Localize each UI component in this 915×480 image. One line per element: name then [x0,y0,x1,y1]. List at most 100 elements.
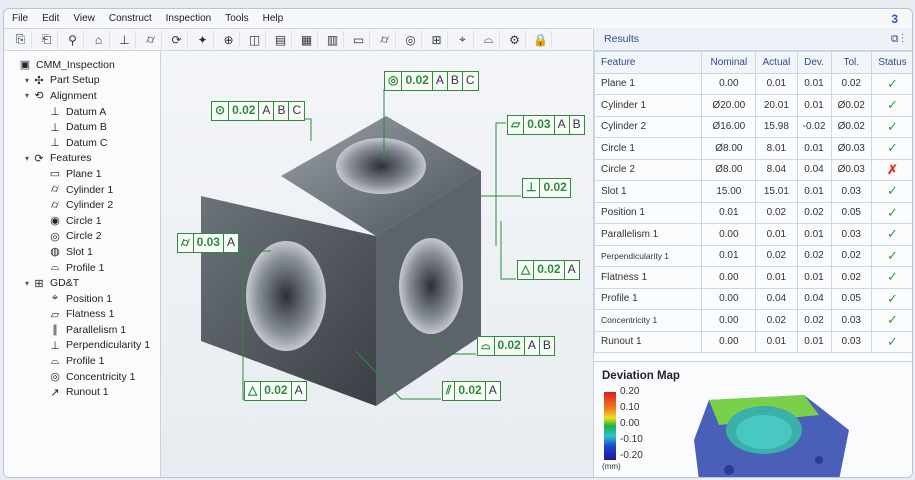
tree-item[interactable]: ◉ Circle 1 [4,213,160,229]
table-row[interactable]: Cylinder 1 Ø20.00 20.01 0.01 Ø0.02 ✓ [593,94,912,117]
expand-toggle-icon[interactable]: ▾ [22,279,32,288]
profile-icon[interactable]: ⌓ [478,30,500,49]
tree-item[interactable]: ⌭ Cylinder 2 [4,197,160,213]
tree-item[interactable]: ▱ Flatness 1 [4,307,160,323]
deviation-map-title: Deviation Map [602,370,680,382]
table-cell: 8.01 [755,137,798,160]
plane-icon[interactable]: ▭ [348,30,370,49]
table-row[interactable]: Circle 1 Ø8.00 8.01 0.01 Ø0.03 ✓ [593,137,912,160]
tree-item[interactable]: ⌖ Position 1 [4,291,160,307]
menu-tools[interactable]: Tools [225,13,248,24]
column-header[interactable]: Dev. [796,51,832,74]
view-icon[interactable]: ◫ [244,30,266,49]
tree-item[interactable]: ⌓ Profile 1 [4,260,160,276]
gdt-callout[interactable]: ⫽ 0.02 A [442,381,501,401]
part-icon[interactable]: ⌂ [88,30,110,49]
expand-toggle-icon[interactable]: ▾ [22,91,32,100]
table-cell: Circle 1 [593,137,703,160]
circle-icon[interactable]: ◎ [400,30,422,49]
gdt-datum: B [448,72,463,90]
tree-item[interactable]: ⌭ Cylinder 1 [4,182,160,198]
table-row[interactable]: Flatness 1 0.00 0.01 0.01 0.02 ✓ [593,266,912,289]
tree-item[interactable]: ⊥ Datum C [4,135,160,151]
table-row[interactable]: Concentricity 1 0.00 0.02 0.02 0.03 ✓ [593,309,912,332]
tree-item[interactable]: ∥ Parallelism 1 [4,322,160,338]
menu-help[interactable]: Help [263,13,284,24]
gdt-callout[interactable]: △ 0.02 A [517,260,580,280]
expand-toggle-icon[interactable]: ▾ [22,154,32,163]
construct-icon[interactable]: ⟳ [166,30,188,49]
gdt-symbol-icon: ⌓ [478,337,495,355]
gdt-callout[interactable]: ⊙ 0.02 A B C [211,101,306,121]
table-row[interactable]: Circle 2 Ø8.00 8.04 0.04 Ø0.03 ✗ [593,158,912,181]
gdt-callout[interactable]: ◎ 0.02 A B C [384,71,479,91]
gdt-callout[interactable]: △ 0.02 A [244,381,307,401]
tree-item[interactable]: ▣ CMM_Inspection [4,57,160,73]
tree-item-label: Circle 1 [66,214,102,227]
table-row[interactable]: Perpendicularity 1 0.01 0.02 0.02 0.02 ✓ [593,244,912,267]
gdt-callout[interactable]: ⌭ 0.03 A [177,233,239,253]
tree-item[interactable]: ◎ Circle 2 [4,229,160,245]
column-header[interactable]: Actual [755,51,798,74]
gdt-symbol-icon: ⌭ [178,234,194,252]
table-cell: 0.00 [701,266,757,289]
tree-item[interactable]: ⊥ Datum A [4,104,160,120]
tree-item[interactable]: ⊥ Datum B [4,119,160,135]
cylinder-icon[interactable]: ⌭ [374,30,396,49]
new-icon[interactable]: ⎘ [10,30,32,49]
tree-node-icon: ↗ [50,386,60,399]
table-row[interactable]: Position 1 0.01 0.02 0.02 0.05 ✓ [593,201,912,224]
tree-item[interactable]: ◎ Concentricity 1 [4,369,160,385]
table-icon[interactable]: ▥ [322,30,344,49]
zoom-icon[interactable]: ⊕ [218,30,240,49]
report-icon[interactable]: ▤ [270,30,292,49]
table-row[interactable]: Profile 1 0.00 0.04 0.04 0.05 ✓ [593,287,912,310]
table-cell: 0.05 [830,201,872,224]
settings-icon[interactable]: ⚙ [504,30,526,49]
probe-icon[interactable]: ⚲ [62,30,84,49]
tree-item[interactable]: ▾ ⟲ Alignment [4,88,160,104]
tree-item[interactable]: ⊥ Perpendicularity 1 [4,338,160,354]
column-header[interactable]: Status [870,51,912,74]
table-row[interactable]: Parallelism 1 0.00 0.01 0.01 0.03 ✓ [593,223,912,246]
tree-item[interactable]: ◍ Slot 1 [4,244,160,260]
grid-icon[interactable]: ▦ [296,30,318,49]
panel-options-icon[interactable]: ⧉ ⋮ [891,33,904,46]
expand-toggle-icon[interactable]: ▾ [22,76,32,85]
tree-item[interactable]: ↗ Runout 1 [4,384,160,400]
tree-item-label: Part Setup [50,74,100,87]
column-header[interactable]: Feature [593,51,703,74]
table-cell: Flatness 1 [593,266,703,289]
menu-construct[interactable]: Construct [109,13,152,24]
align-icon[interactable]: ⊥ [114,30,136,49]
table-row[interactable]: Runout 1 0.00 0.01 0.01 0.03 ✓ [593,330,912,353]
tree-item[interactable]: ▾ ⟳ Features [4,151,160,167]
menu-edit[interactable]: Edit [42,13,59,24]
tree-item[interactable]: ▾ ⊞ GD&T [4,275,160,291]
3d-viewport[interactable]: ◎ 0.02 A B C ⊙ 0.02 A B C ▱ 0.03 A B ⊥ 0.02 ⌭ 0.03 A △ 0.02 A… [161,51,593,477]
table-row[interactable]: Slot 1 15.00 15.01 0.01 0.03 ✓ [593,180,912,203]
table-row[interactable]: Cylinder 2 Ø16.00 15.98 -0.02 Ø0.02 ✓ [593,115,912,138]
tree-item[interactable]: ▾ ✣ Part Setup [4,73,160,89]
open-icon[interactable]: ⎗ [36,30,58,49]
feature-icon[interactable]: ⌭ [140,30,162,49]
column-header[interactable]: Nominal [701,51,757,74]
tree-item[interactable]: ▭ Plane 1 [4,166,160,182]
measure-icon[interactable]: ✦ [192,30,214,49]
tree-item[interactable]: ⌓ Profile 1 [4,353,160,369]
lock-icon[interactable]: 🔒 [530,30,552,49]
gdt-callout[interactable]: ⊥ 0.02 [522,178,571,198]
table-row[interactable]: Plane 1 0.00 0.01 0.01 0.02 ✓ [593,72,912,95]
gdt-callout[interactable]: ⌓ 0.02 A B [477,336,555,356]
right-bore [399,238,463,334]
gdt-symbol-icon: △ [245,382,262,400]
gdt-icon[interactable]: ⊞ [426,30,448,49]
menu-view[interactable]: View [73,13,95,24]
tree-node-icon: ▭ [49,168,61,181]
feature-tree: ▣ CMM_Inspection ▾ ✣ Part Setup ▾ ⟲ Alignment ⊥ D… [4,51,161,477]
menu-file[interactable]: File [12,13,28,24]
column-header[interactable]: Tol. [830,51,872,74]
scan-icon[interactable]: ⌖ [452,30,474,49]
gdt-callout[interactable]: ▱ 0.03 A B [507,115,585,135]
menu-inspection[interactable]: Inspection [166,13,212,24]
